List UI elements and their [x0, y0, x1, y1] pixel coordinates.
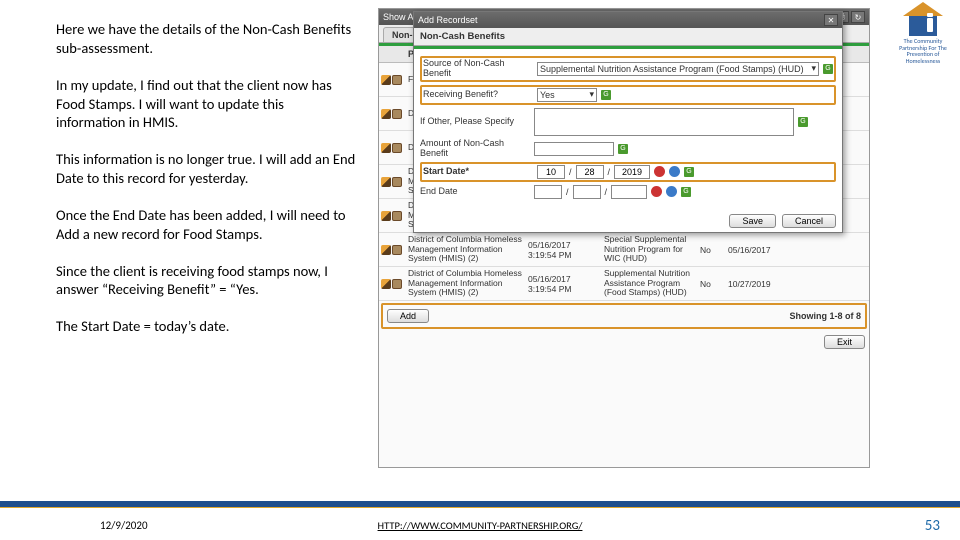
narration-column: Here we have the details of the Non-Cash…: [56, 20, 356, 354]
narration-p5: Since the client is receiving food stamp…: [56, 262, 356, 300]
other-label: If Other, Please Specify: [420, 117, 530, 127]
footer-url: HTTP://WWW.COMMUNITY-PARTNERSHIP.ORG/: [378, 519, 583, 532]
delete-icon[interactable]: [392, 245, 402, 255]
start-dd[interactable]: [576, 165, 604, 179]
edit-icon[interactable]: [381, 245, 391, 255]
other-textbox[interactable]: [534, 108, 794, 136]
popup-title: Add Recordset: [418, 15, 478, 25]
start-date-label: Start Date*: [423, 167, 533, 177]
add-recordset-popup: Add Recordset ✕ Non-Cash Benefits Source…: [413, 11, 843, 233]
amount-label: Amount of Non-Cash Benefit: [420, 139, 530, 159]
add-row-outline: Add Showing 1-8 of 8: [381, 303, 867, 329]
delete-icon[interactable]: [392, 177, 402, 187]
org-logo: The Community Partnership For The Preven…: [894, 2, 952, 64]
edit-icon[interactable]: [381, 109, 391, 119]
popup-tab: Non-Cash Benefits: [414, 28, 842, 46]
edit-icon[interactable]: [381, 177, 391, 187]
end-dd[interactable]: [573, 185, 601, 199]
delete-icon[interactable]: [392, 143, 402, 153]
slide-footer: 12/9/2020 HTTP://WWW.COMMUNITY-PARTNERSH…: [0, 519, 960, 532]
edit-icon[interactable]: [381, 211, 391, 221]
page-number: 53: [925, 517, 940, 535]
house-icon: [903, 2, 943, 36]
source-select[interactable]: Supplemental Nutrition Assistance Progra…: [537, 62, 819, 76]
start-yyyy[interactable]: [614, 165, 650, 179]
narration-p6: The Start Date = today’s date.: [56, 317, 356, 336]
delete-icon[interactable]: [392, 279, 402, 289]
delete-icon[interactable]: [392, 211, 402, 221]
source-label: Source of Non-Cash Benefit: [423, 59, 533, 79]
footer-accent-bar: [0, 501, 960, 508]
clear-icon[interactable]: [666, 186, 677, 197]
g-badge-icon: G: [681, 187, 691, 197]
receiving-select[interactable]: Yes▾: [537, 88, 597, 102]
clear-icon[interactable]: [669, 166, 680, 177]
refresh-icon[interactable]: ↻: [851, 11, 865, 23]
g-badge-icon: G: [601, 90, 611, 100]
footer-date: 12/9/2020: [100, 519, 148, 532]
exit-button[interactable]: Exit: [824, 335, 865, 349]
showing-text: Showing 1-8 of 8: [789, 311, 861, 321]
amount-input[interactable]: [534, 142, 614, 156]
g-badge-icon: G: [798, 117, 808, 127]
end-yyyy[interactable]: [611, 185, 647, 199]
start-mm[interactable]: [537, 165, 565, 179]
popup-close-icon[interactable]: ✕: [824, 14, 838, 26]
calendar-icon[interactable]: [654, 166, 665, 177]
edit-icon[interactable]: [381, 143, 391, 153]
end-date-label: End Date: [420, 187, 530, 197]
narration-p2: In my update, I find out that the client…: [56, 76, 356, 133]
add-button[interactable]: Add: [387, 309, 429, 323]
calendar-icon[interactable]: [651, 186, 662, 197]
delete-icon[interactable]: [392, 109, 402, 119]
hmis-window: Show All ✕ ⎙ ↻ Non- Pro ate Fu... Distri…: [378, 8, 870, 468]
g-badge-icon: G: [684, 167, 694, 177]
logo-text: The Community Partnership For The Preven…: [894, 38, 952, 64]
narration-p3: This information is no longer true. I wi…: [56, 150, 356, 188]
table-row: District of Columbia Homeless Management…: [379, 267, 869, 301]
narration-p1: Here we have the details of the Non-Cash…: [56, 20, 356, 58]
table-row: District of Columbia Homeless Management…: [379, 233, 869, 267]
edit-icon[interactable]: [381, 75, 391, 85]
end-mm[interactable]: [534, 185, 562, 199]
g-badge-icon: G: [618, 144, 628, 154]
edit-icon[interactable]: [381, 279, 391, 289]
delete-icon[interactable]: [392, 75, 402, 85]
receiving-label: Receiving Benefit?: [423, 90, 533, 100]
cancel-button[interactable]: Cancel: [782, 214, 836, 228]
save-button[interactable]: Save: [729, 214, 776, 228]
g-badge-icon: G: [823, 64, 833, 74]
narration-p4: Once the End Date has been added, I will…: [56, 206, 356, 244]
